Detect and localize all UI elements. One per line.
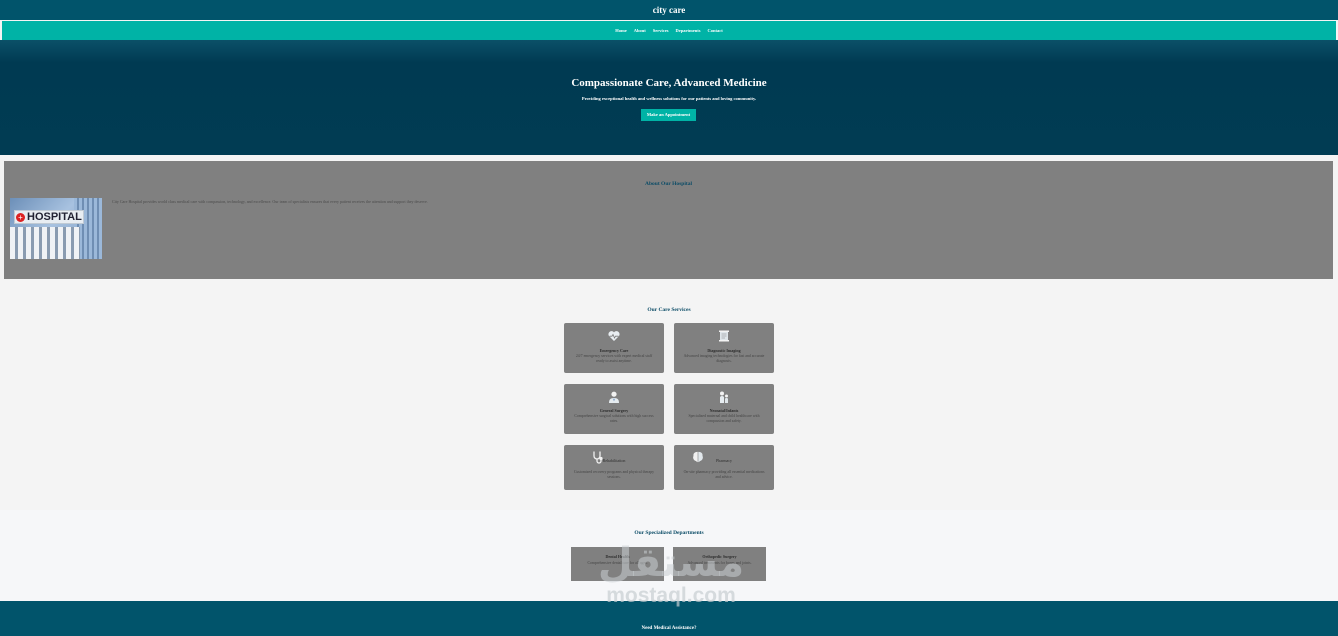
nav-contact[interactable]: Contact bbox=[708, 28, 723, 33]
service-card-neonatal[interactable]: Neonatal/Infants Specialized maternal an… bbox=[674, 384, 774, 434]
service-card-surgery[interactable]: General Surgery Comprehensive surgical s… bbox=[564, 384, 664, 434]
service-title: General Surgery bbox=[599, 408, 629, 413]
dept-desc: Advanced treatments for bones and joints… bbox=[687, 561, 752, 565]
service-card-emergency[interactable]: Emergency Care 24/7 emergency services w… bbox=[564, 323, 664, 373]
departments-heading: Our Specialized Departments bbox=[634, 530, 704, 536]
service-desc: Customized recovery programs and physica… bbox=[573, 470, 655, 479]
footer-heading: Need Medical Assistance? bbox=[641, 626, 697, 631]
service-desc: Specialized maternal and child healthcar… bbox=[688, 414, 760, 423]
medical-cross-icon: + bbox=[16, 213, 25, 222]
service-card-pharmacy[interactable]: Pharmacy On-site pharmacy providing all … bbox=[674, 445, 774, 490]
nav-departments[interactable]: Departments bbox=[676, 28, 701, 33]
service-desc: Advanced imaging technologies for fast a… bbox=[683, 354, 765, 363]
service-title: Pharmacy bbox=[716, 458, 732, 463]
nav-about[interactable]: About bbox=[634, 28, 646, 33]
about-text: City Care Hospital provides world class … bbox=[112, 199, 428, 204]
hero-subtitle: Providing exceptional health and wellnes… bbox=[581, 96, 757, 101]
hero-section: Compassionate Care, Advanced Medicine Pr… bbox=[0, 40, 1338, 155]
appointment-button[interactable]: Make an Appointment bbox=[641, 109, 696, 121]
site-header: city care bbox=[0, 0, 1338, 20]
dept-title: Orthopedic Surgery bbox=[702, 554, 737, 559]
nav-home[interactable]: Home bbox=[615, 28, 627, 33]
departments-section: Our Specialized Departments Dental Healt… bbox=[0, 510, 1338, 601]
service-title: Diagnostic Imaging bbox=[707, 348, 741, 353]
service-card-rehabilitation[interactable]: Rehabilitation Customized recovery progr… bbox=[564, 445, 664, 490]
heart-pulse-icon bbox=[608, 331, 620, 341]
building-columns bbox=[10, 227, 80, 259]
dept-title: Dental Health bbox=[605, 554, 630, 559]
dept-desc: Comprehensive dental care for all ages. bbox=[587, 561, 648, 565]
services-section: Our Care Services Emergency Care 24/7 em… bbox=[0, 279, 1338, 510]
service-desc: 24/7 emergency services with expert medi… bbox=[575, 354, 653, 363]
site-footer: Need Medical Assistance? bbox=[0, 601, 1338, 636]
about-section: About Our Hospital HOSPITAL + City Care … bbox=[4, 161, 1333, 279]
dept-card-orthopedic[interactable]: Orthopedic Surgery Advanced treatments f… bbox=[673, 547, 766, 581]
service-title: Emergency Care bbox=[599, 348, 629, 353]
hospital-sign-text: HOSPITAL bbox=[27, 211, 82, 223]
service-card-imaging[interactable]: Diagnostic Imaging Advanced imaging tech… bbox=[674, 323, 774, 373]
hero-title: Compassionate Care, Advanced Medicine bbox=[571, 77, 767, 89]
scroll-icon bbox=[719, 330, 729, 342]
service-desc: Comprehensive surgical solutions with hi… bbox=[574, 414, 654, 423]
service-title: Neonatal/Infants bbox=[709, 408, 739, 413]
hospital-image: HOSPITAL + bbox=[10, 198, 102, 259]
child-care-icon bbox=[720, 391, 728, 403]
service-title: Rehabilitation bbox=[602, 458, 626, 463]
main-nav: Home About Services Departments Contact bbox=[2, 21, 1336, 40]
site-title: city care bbox=[652, 5, 686, 15]
doctor-icon bbox=[609, 391, 619, 403]
services-heading: Our Care Services bbox=[647, 307, 691, 313]
about-heading: About Our Hospital bbox=[645, 181, 692, 187]
nav-services[interactable]: Services bbox=[653, 28, 669, 33]
dept-card-dental[interactable]: Dental Health Comprehensive dental care … bbox=[571, 547, 664, 581]
service-desc: On-site pharmacy providing all essential… bbox=[683, 470, 765, 479]
